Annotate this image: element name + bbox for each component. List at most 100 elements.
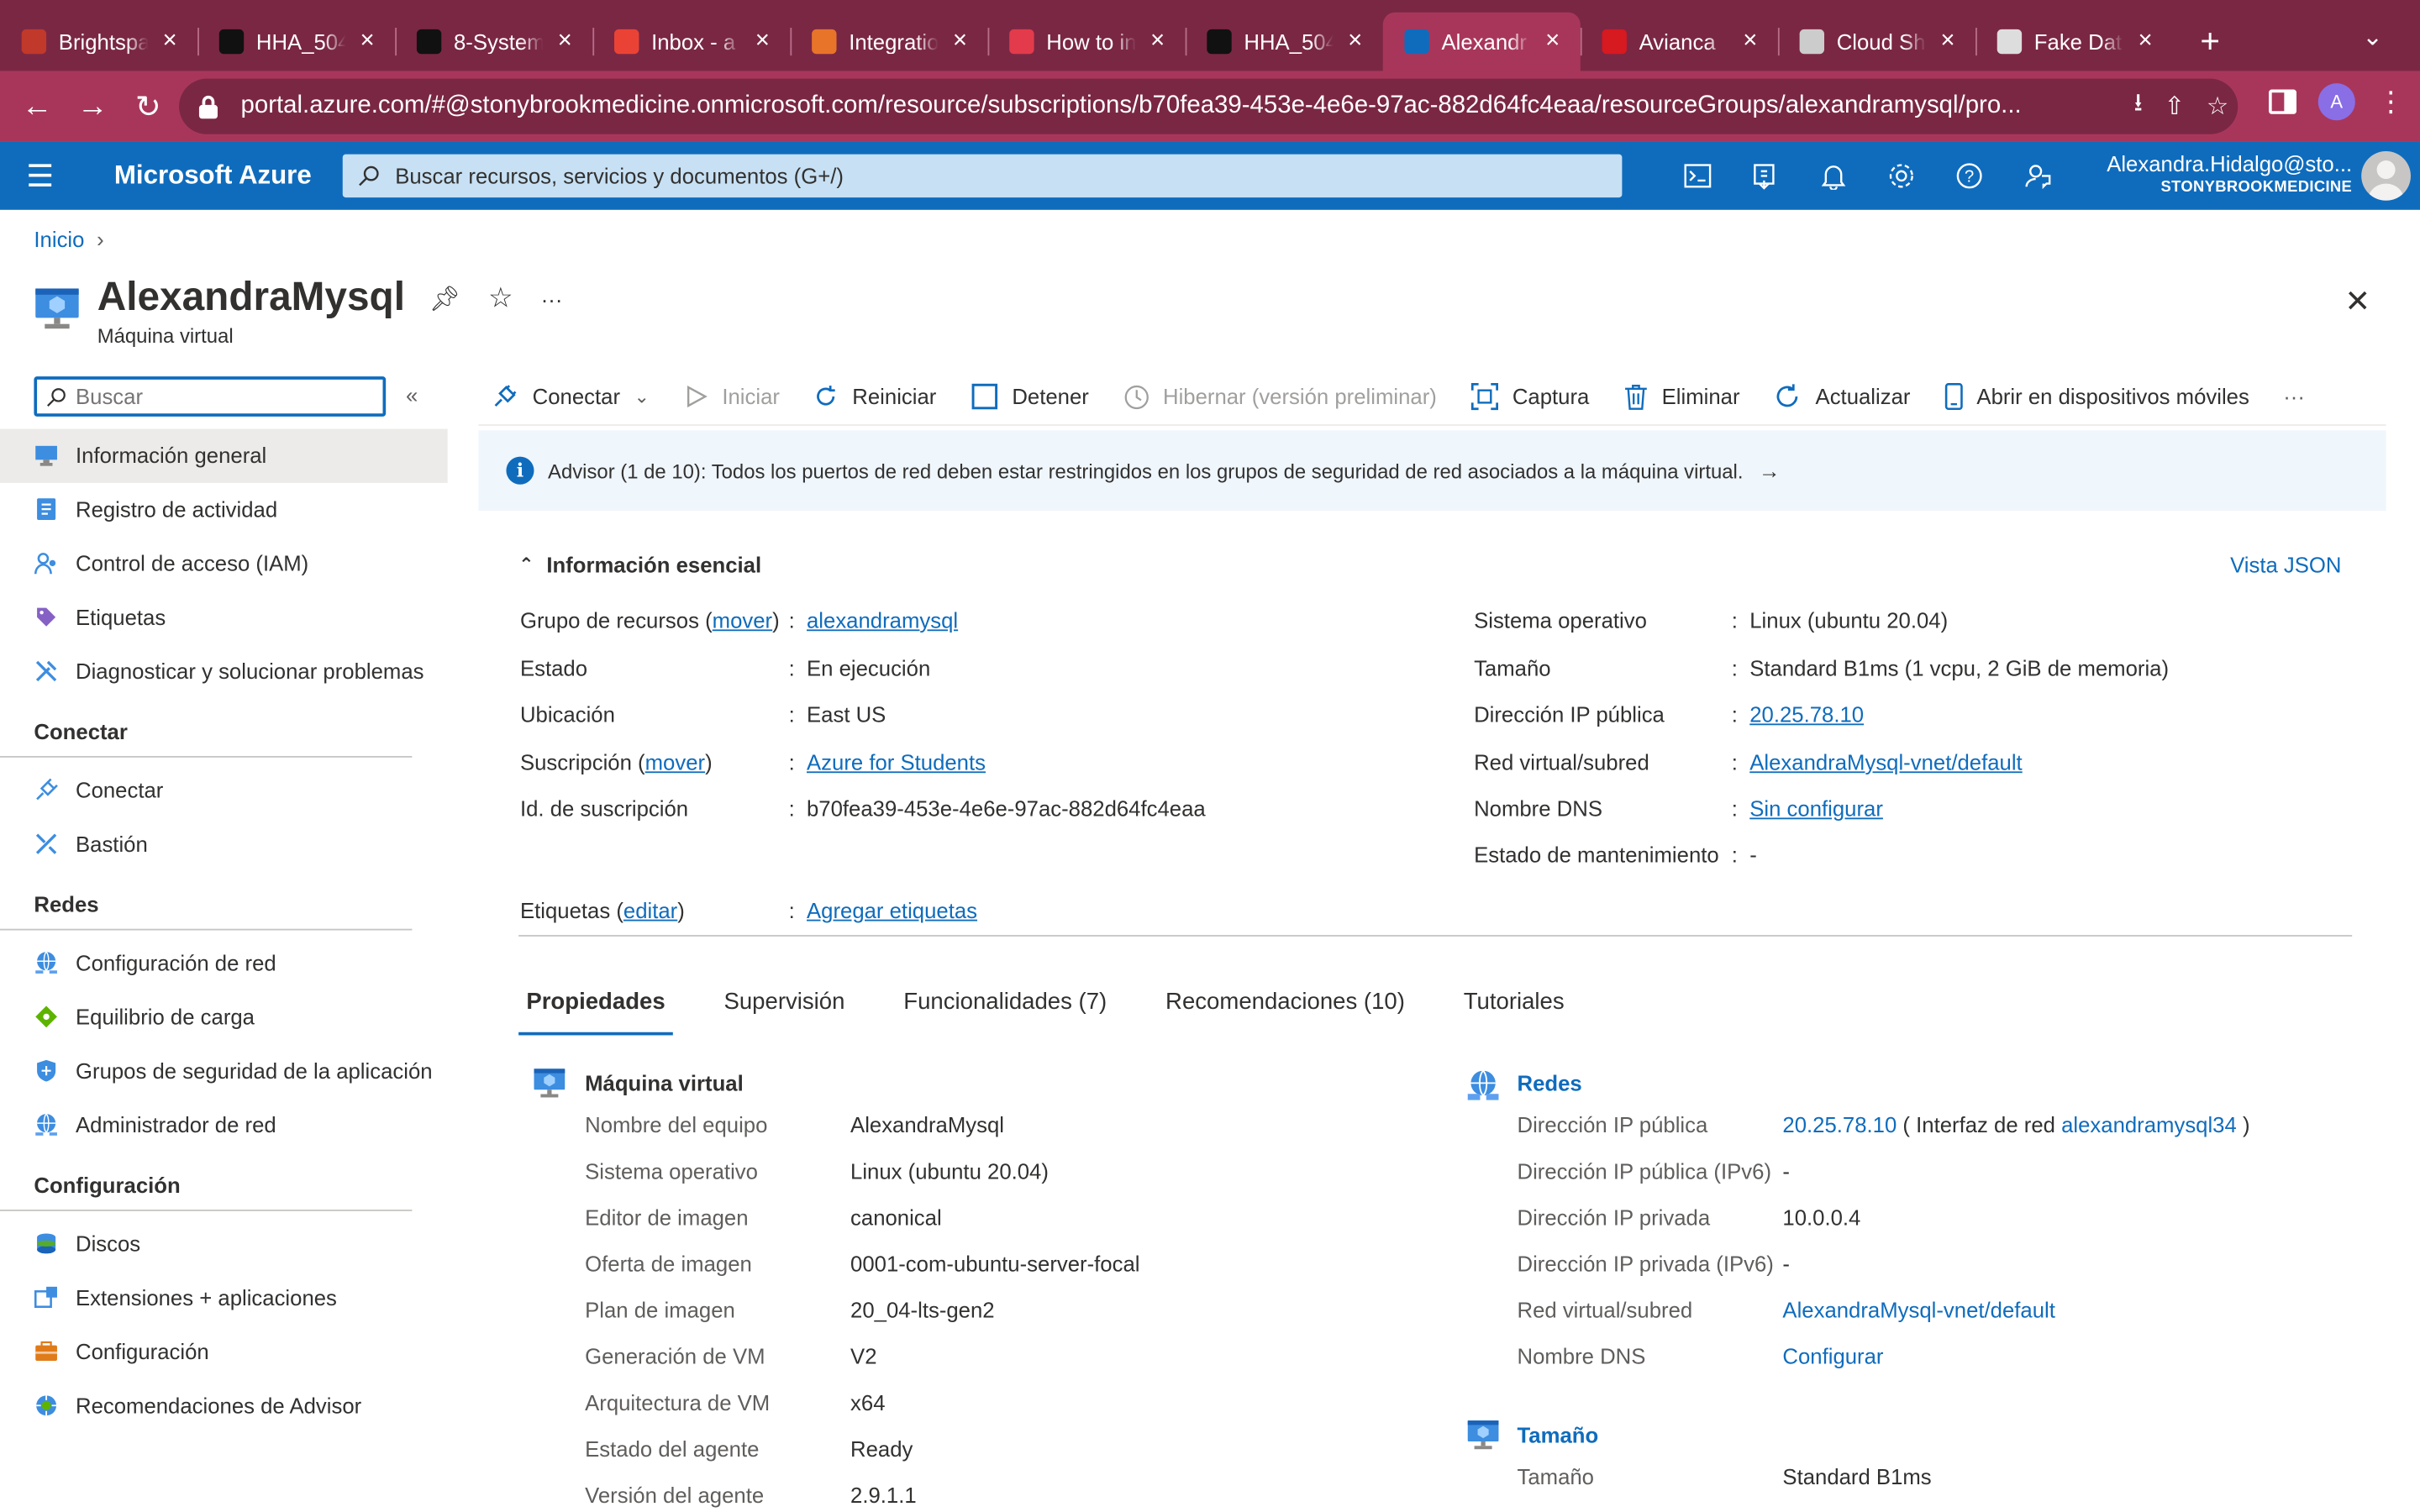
address-bar[interactable]: portal.azure.com/#@stonybrookmedicine.on… [179, 78, 2238, 134]
overview-tab[interactable]: Supervisión [716, 983, 852, 1035]
subscription-link[interactable]: Azure for Students [807, 750, 986, 774]
pin-icon[interactable]: 📌︎ [429, 283, 460, 314]
bookmark-star-icon[interactable]: ☆ [2207, 91, 2228, 122]
delete-button[interactable]: Eliminar [1623, 383, 1740, 411]
notifications-button[interactable] [1800, 142, 1868, 210]
feedback-button[interactable] [2003, 142, 2071, 210]
browser-tab[interactable]: HHA_504 × [1185, 13, 1383, 71]
menu-item[interactable]: Administrador de red [0, 1099, 448, 1152]
tab-close-icon[interactable]: × [2133, 29, 2157, 54]
vnet-link[interactable]: AlexandraMysql-vnet/default [1749, 750, 2022, 774]
browser-tab[interactable]: Brightspace × [0, 13, 197, 71]
tab-close-icon[interactable]: × [1343, 29, 1367, 54]
user-avatar[interactable] [2361, 150, 2411, 201]
forward-button[interactable]: → [65, 79, 120, 134]
public-ip-link[interactable]: 20.25.78.10 [1749, 702, 1864, 727]
hibernate-button[interactable]: Hibernar (versión preliminar) [1123, 383, 1437, 409]
tab-close-icon[interactable]: × [1935, 29, 1960, 54]
tab-close-icon[interactable]: × [157, 29, 182, 54]
menu-item[interactable]: Diagnosticar y solucionar problemas [0, 645, 448, 699]
tab-search-chevron-icon[interactable]: ⌄ [2362, 22, 2383, 53]
menu-item[interactable]: Equilibrio de carga [0, 990, 448, 1044]
net-public-ip-link[interactable]: 20.25.78.10 [1782, 1112, 1897, 1137]
new-tab-button[interactable]: + [2179, 13, 2240, 71]
restart-button[interactable]: Reiniciar [813, 384, 936, 409]
side-panel-icon[interactable] [2268, 89, 2297, 114]
profile-avatar[interactable]: A [2317, 83, 2355, 121]
settings-button[interactable] [1867, 142, 1935, 210]
add-tags-link[interactable]: Agregar etiquetas [807, 898, 977, 922]
portal-menu-icon[interactable]: ☰ [0, 156, 81, 195]
tab-close-icon[interactable]: × [355, 29, 379, 54]
collapse-menu-icon[interactable]: « [406, 383, 418, 407]
overview-tab[interactable]: Recomendaciones (10) [1158, 983, 1413, 1035]
menu-item[interactable]: Registro de actividad [0, 483, 448, 537]
menu-item[interactable]: Control de acceso (IAM) [0, 537, 448, 591]
directory-filter-button[interactable] [1732, 142, 1800, 210]
net-dns-configure-link[interactable]: Configurar [1782, 1344, 1883, 1368]
network-section-title[interactable]: Redes [1518, 1071, 1582, 1095]
edit-tags-link[interactable]: editar [623, 898, 677, 922]
net-vnet-link[interactable]: AlexandraMysql-vnet/default [1782, 1298, 2054, 1322]
resource-group-link[interactable]: alexandramysql [807, 608, 958, 633]
menu-item[interactable]: Discos [0, 1217, 448, 1271]
favorite-star-icon[interactable]: ☆ [488, 282, 513, 315]
start-button[interactable]: Iniciar [683, 384, 780, 409]
tab-close-icon[interactable]: × [750, 29, 775, 54]
menu-item[interactable]: Configuración de red [0, 937, 448, 990]
overview-tab[interactable]: Tutoriales [1456, 983, 1572, 1035]
more-options-icon[interactable]: ··· [541, 286, 563, 311]
connect-button[interactable]: Conectar ⌄ [491, 383, 650, 411]
browser-tab[interactable]: HHA_504 × [197, 13, 395, 71]
menu-item[interactable]: Bastión [0, 817, 448, 871]
advisor-banner[interactable]: i Advisor (1 de 10): Todos los puertos d… [478, 430, 2386, 511]
tab-close-icon[interactable]: × [1738, 29, 1762, 54]
browser-tab[interactable]: Integratio × [790, 13, 987, 71]
browser-tab[interactable]: Fake Dat × [1975, 13, 2173, 71]
overview-tab[interactable]: Propiedades [518, 983, 673, 1036]
more-commands-button[interactable]: ··· [2283, 384, 2305, 408]
browser-tab[interactable]: Alexandr × [1382, 12, 1581, 71]
dns-link[interactable]: Sin configurar [1749, 796, 1883, 821]
menu-search-field[interactable] [75, 384, 354, 409]
capture-button[interactable]: Captura [1470, 382, 1589, 411]
net-nic-link[interactable]: alexandramysql34 [2061, 1112, 2237, 1137]
browser-tab[interactable]: Cloud Sh × [1777, 13, 1975, 71]
browser-tab[interactable]: Avianca × [1580, 13, 1778, 71]
menu-item[interactable]: Recomendaciones de Advisor [0, 1379, 448, 1433]
reload-button[interactable]: ↻ [120, 79, 176, 134]
share-icon[interactable]: ⇧ [2165, 91, 2186, 122]
menu-search-input[interactable] [34, 376, 387, 417]
breadcrumb-home-link[interactable]: Inicio [34, 227, 84, 251]
global-search-input[interactable]: Buscar recursos, servicios y documentos … [342, 154, 1623, 198]
back-button[interactable]: ← [9, 79, 65, 134]
menu-item[interactable]: Etiquetas [0, 591, 448, 644]
install-app-icon[interactable]: ⭳ [2134, 86, 2143, 128]
browser-menu-icon[interactable]: ⋮ [2377, 86, 2405, 118]
stop-button[interactable]: Detener [971, 383, 1089, 411]
open-mobile-button[interactable]: Abrir en dispositivos móviles [1944, 383, 2249, 411]
menu-item[interactable]: Información general [0, 428, 448, 483]
browser-tab[interactable]: 8-System × [395, 13, 592, 71]
tab-close-icon[interactable]: × [553, 29, 577, 54]
close-blade-icon[interactable]: ✕ [2344, 282, 2370, 321]
menu-item[interactable]: Grupos de seguridad de la aplicación [0, 1044, 448, 1098]
move-subscription-link[interactable]: mover [645, 750, 705, 774]
browser-tab[interactable]: Inbox - a × [592, 13, 790, 71]
browser-tab[interactable]: How to in × [987, 13, 1186, 71]
json-view-link[interactable]: Vista JSON [2230, 553, 2341, 577]
azure-brand[interactable]: Microsoft Azure [114, 160, 343, 192]
essentials-toggle[interactable]: ⌃ Información esencial [518, 553, 761, 577]
tab-close-icon[interactable]: × [1145, 29, 1170, 54]
tab-close-icon[interactable]: × [948, 29, 972, 54]
menu-item[interactable]: Extensiones + aplicaciones [0, 1271, 448, 1325]
overview-tab[interactable]: Funcionalidades (7) [896, 983, 1114, 1035]
size-section-title[interactable]: Tamaño [1518, 1422, 1599, 1446]
refresh-button[interactable]: Actualizar [1774, 383, 1910, 411]
move-resource-group-link[interactable]: mover [713, 608, 772, 633]
cloud-shell-button[interactable] [1664, 142, 1732, 210]
menu-item[interactable]: Conectar [0, 764, 448, 817]
account-button[interactable]: Alexandra.Hidalgo@sto... STONYBROOKMEDIC… [2084, 151, 2352, 196]
tab-close-icon[interactable]: × [1540, 29, 1565, 54]
help-button[interactable]: ? [1935, 142, 2003, 210]
